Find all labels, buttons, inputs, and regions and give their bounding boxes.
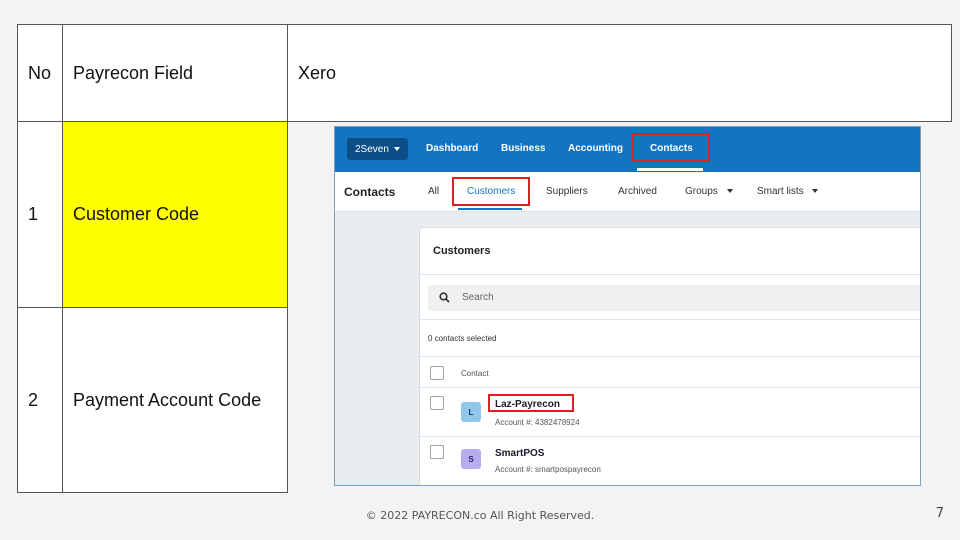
contacts-subnav-title: Contacts: [344, 185, 396, 199]
column-header-contact: Contact: [461, 369, 489, 378]
avatar: L: [461, 402, 481, 422]
row-checkbox[interactable]: [430, 396, 444, 410]
contacts-highlight-box: [632, 133, 710, 162]
row-1-no: 1: [17, 121, 63, 308]
chevron-down-icon: [812, 189, 819, 194]
customers-highlight-box: [452, 177, 530, 206]
select-all-checkbox[interactable]: [430, 366, 444, 380]
tab-groups[interactable]: Groups: [685, 186, 733, 197]
xero-topbar: 2Seven Dashboard Business Accounting Con…: [335, 127, 920, 172]
selection-count: 0 contacts selected: [428, 334, 497, 343]
divider: [420, 356, 920, 357]
row-1-field: Customer Code: [62, 121, 288, 308]
tab-smart-lists-label: Smart lists: [757, 186, 804, 197]
search-icon: [439, 292, 450, 303]
tab-archived[interactable]: Archived: [618, 186, 657, 197]
customers-panel: Customers Search 0 contacts selected Con…: [419, 227, 920, 485]
divider: [420, 387, 920, 388]
search-placeholder: Search: [462, 292, 494, 303]
xero-screenshot: 2Seven Dashboard Business Accounting Con…: [334, 126, 921, 486]
page-number: 7: [935, 506, 944, 521]
header-payrecon-field: Payrecon Field: [62, 24, 288, 122]
tab-all[interactable]: All: [428, 186, 439, 197]
nav-accounting[interactable]: Accounting: [568, 143, 623, 154]
tab-smart-lists[interactable]: Smart lists: [757, 186, 819, 197]
header-xero: Xero: [287, 24, 952, 122]
chevron-down-icon: [726, 189, 733, 194]
contact-name-highlight-box: [488, 394, 574, 412]
tab-groups-label: Groups: [685, 186, 718, 197]
divider: [420, 436, 920, 437]
contacts-subnav: Contacts All Customers Suppliers Archive…: [335, 172, 920, 212]
divider: [420, 274, 920, 275]
org-switcher-button[interactable]: 2Seven: [347, 138, 408, 160]
header-no: No: [17, 24, 63, 122]
tab-suppliers[interactable]: Suppliers: [546, 186, 588, 197]
org-name: 2Seven: [355, 143, 389, 155]
panel-title: Customers: [433, 245, 491, 257]
divider: [420, 319, 920, 320]
nav-dashboard[interactable]: Dashboard: [426, 143, 478, 154]
avatar: S: [461, 449, 481, 469]
chevron-down-icon: [393, 147, 400, 151]
search-input[interactable]: Search: [428, 285, 920, 311]
contact-account: Account #: smartpospayrecon: [495, 465, 601, 474]
row-2-no: 2: [17, 307, 63, 493]
slide: No Payrecon Field Xero 1 Customer Code 2…: [0, 0, 960, 540]
nav-business[interactable]: Business: [501, 143, 545, 154]
row-2-field: Payment Account Code: [62, 307, 288, 493]
contact-name[interactable]: SmartPOS: [495, 448, 544, 459]
nav-active-indicator: [637, 168, 703, 171]
customers-active-indicator: [458, 208, 522, 210]
footer-copyright: © 2022 PAYRECON.co All Right Reserved.: [365, 509, 595, 522]
row-checkbox[interactable]: [430, 445, 444, 459]
contact-account: Account #: 4382478924: [495, 418, 580, 427]
